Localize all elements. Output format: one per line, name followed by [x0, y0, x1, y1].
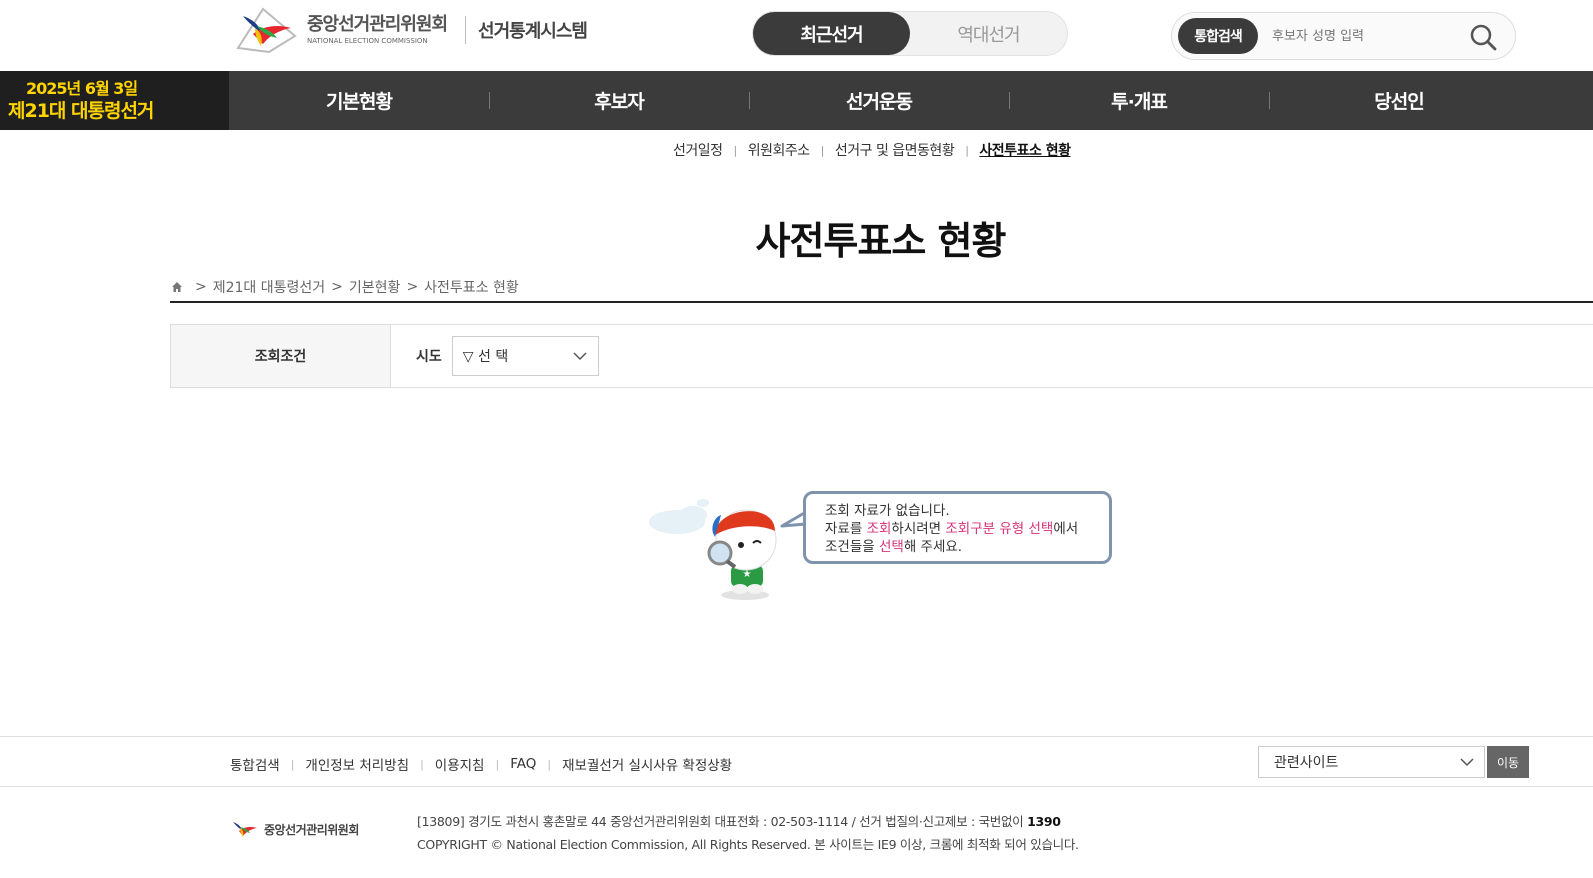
msg-highlight: 조회: [866, 521, 892, 537]
msg-highlight: 선택: [878, 539, 904, 555]
logo-english: NATIONAL ELECTION COMMISSION: [307, 37, 428, 45]
msg-text: 자료를: [825, 521, 867, 537]
subnav-districts[interactable]: 선거구 및 읍면동현황: [835, 140, 955, 160]
footer-link-privacy[interactable]: 개인정보 처리방침: [305, 754, 409, 774]
subnav-early-voting[interactable]: 사전투표소 현황: [979, 140, 1071, 160]
gnb-item-candidates[interactable]: 후보자: [489, 71, 749, 130]
footer-separator: |: [495, 757, 500, 771]
svg-text:★: ★: [743, 569, 752, 580]
breadcrumb-separator: >: [331, 279, 343, 295]
search-icon[interactable]: [1469, 23, 1497, 51]
system-title: 선거통계시스템: [478, 21, 588, 42]
footer-link-by-election[interactable]: 재보궐선거 실시사유 확정상황: [562, 754, 732, 774]
subnav-separator: |: [820, 143, 825, 157]
footer-logo: 중앙선거관리위원회: [230, 818, 359, 840]
gnb-item-basic[interactable]: 기본현황: [229, 71, 489, 130]
recent-election-tab[interactable]: 최근선거: [753, 12, 910, 55]
search-condition: 조회조건 시도 ▽ 선 택: [170, 324, 1593, 388]
msg-text: 하시려면: [891, 521, 946, 537]
sub-nav: 선거일정 | 위원회주소 | 선거구 및 읍면동현황 | 사전투표소 현황: [673, 140, 1071, 160]
gnb-item-voting[interactable]: 투·개표: [1009, 71, 1269, 130]
nec-emblem-icon: [236, 7, 297, 54]
sido-select[interactable]: ▽ 선 택: [451, 336, 599, 376]
mascot-illustration: ★: [649, 499, 777, 600]
subnav-schedule[interactable]: 선거일정: [673, 140, 723, 160]
gnb-menu: 기본현황 후보자 선거운동 투·개표 당선인: [229, 71, 1529, 130]
subnav-committee-address[interactable]: 위원회주소: [748, 140, 810, 160]
footer-address: [13809] 경기도 과천시 홍촌말로 44 중앙선거관리위원회 대표전화 :…: [417, 810, 1079, 833]
home-icon[interactable]: [171, 281, 183, 293]
empty-message-line1: 조회 자료가 없습니다.: [825, 503, 950, 519]
msg-text: 에서: [1053, 521, 1079, 537]
nec-logo[interactable]: 중앙선거관리위원회 NATIONAL ELECTION COMMISSION 선…: [233, 6, 588, 54]
footer-links: 통합검색 | 개인정보 처리방침 | 이용지침 | FAQ | 재보궐선거 실시…: [230, 754, 732, 774]
msg-text: 해 주세요.: [903, 539, 963, 555]
election-name: 제21대 대통령선거: [8, 99, 154, 122]
subnav-separator: |: [733, 143, 738, 157]
footer-address-text: [13809] 경기도 과천시 홍촌말로 44 중앙선거관리위원회 대표전화 :…: [417, 814, 1028, 829]
nec-emblem-icon: [233, 822, 257, 837]
logo-divider: [465, 16, 467, 44]
logo-korean: 중앙선거관리위원회: [307, 14, 448, 35]
election-date: 2025년 6월 3일: [26, 78, 138, 98]
footer-separator: |: [547, 757, 552, 771]
title-divider: [170, 301, 1593, 303]
go-button[interactable]: 이동: [1487, 746, 1529, 778]
election-toggle: 최근선거 역대선거: [752, 11, 1068, 56]
breadcrumb-current: 사전투표소 현황: [424, 280, 519, 296]
breadcrumb-election[interactable]: 제21대 대통령선거: [213, 277, 325, 297]
footer-bottom: 중앙선거관리위원회 [13809] 경기도 과천시 홍촌말로 44 중앙선거관리…: [0, 788, 1593, 878]
condition-body: 시도 ▽ 선 택: [391, 325, 599, 387]
empty-message-bubble: 조회 자료가 없습니다. 자료를 조회하시려면 조회구분 유형 선택에서 조건들…: [803, 491, 1112, 564]
header: 중앙선거관리위원회 NATIONAL ELECTION COMMISSION 선…: [0, 0, 1593, 71]
integrated-search: 통합검색: [1171, 12, 1516, 60]
sido-label: 시도: [416, 349, 442, 365]
breadcrumb-separator: >: [195, 279, 207, 295]
chevron-down-icon: [573, 352, 587, 361]
related-sites-value: 관련사이트: [1274, 755, 1339, 771]
empty-message-line2: 자료를 조회하시려면 조회구분 유형 선택에서: [825, 520, 1109, 538]
breadcrumb: > 제21대 대통령선거 > 기본현황 > 사전투표소 현황: [171, 277, 519, 297]
election-badge: 2025년 6월 3일 제21대 대통령선거: [0, 71, 229, 130]
breadcrumb-basic[interactable]: 기본현황: [349, 277, 401, 297]
footer-hotline: 1390: [1027, 814, 1061, 829]
global-nav: 2025년 6월 3일 제21대 대통령선거 기본현황 후보자 선거운동 투·개…: [0, 71, 1593, 130]
gnb-item-campaign[interactable]: 선거운동: [749, 71, 1009, 130]
footer-separator: |: [290, 757, 295, 771]
page-title: 사전투표소 현황: [755, 219, 1007, 263]
subnav-separator: |: [965, 143, 969, 157]
sido-select-value: ▽ 선 택: [462, 349, 509, 365]
footer-link-guide[interactable]: 이용지침: [435, 754, 485, 774]
candidate-search-input[interactable]: [1270, 27, 1460, 45]
search-badge: 통합검색: [1178, 18, 1258, 54]
footer-info: [13809] 경기도 과천시 홍촌말로 44 중앙선거관리위원회 대표전화 :…: [417, 810, 1079, 856]
related-sites-select[interactable]: 관련사이트: [1258, 746, 1485, 778]
footer-separator: |: [420, 757, 424, 771]
past-election-tab[interactable]: 역대선거: [910, 12, 1067, 55]
chevron-down-icon: [1460, 758, 1474, 767]
footer-copyright: COPYRIGHT © National Election Commission…: [417, 837, 1079, 852]
gnb-item-elected[interactable]: 당선인: [1269, 71, 1529, 130]
footer-link-search[interactable]: 통합검색: [230, 754, 280, 774]
empty-message-line3: 조건들을 선택해 주세요.: [825, 538, 1109, 556]
breadcrumb-separator: >: [406, 279, 419, 295]
logo-text: 중앙선거관리위원회 NATIONAL ELECTION COMMISSION: [307, 14, 448, 46]
msg-text: 조건들을: [825, 539, 879, 555]
footer-logo-text: 중앙선거관리위원회: [264, 822, 359, 837]
condition-label: 조회조건: [170, 325, 391, 387]
footer-link-faq[interactable]: FAQ: [510, 756, 536, 772]
footer-top: 통합검색 | 개인정보 처리방침 | 이용지침 | FAQ | 재보궐선거 실시…: [0, 736, 1593, 787]
msg-highlight: 조회구분 유형 선택: [945, 521, 1054, 537]
